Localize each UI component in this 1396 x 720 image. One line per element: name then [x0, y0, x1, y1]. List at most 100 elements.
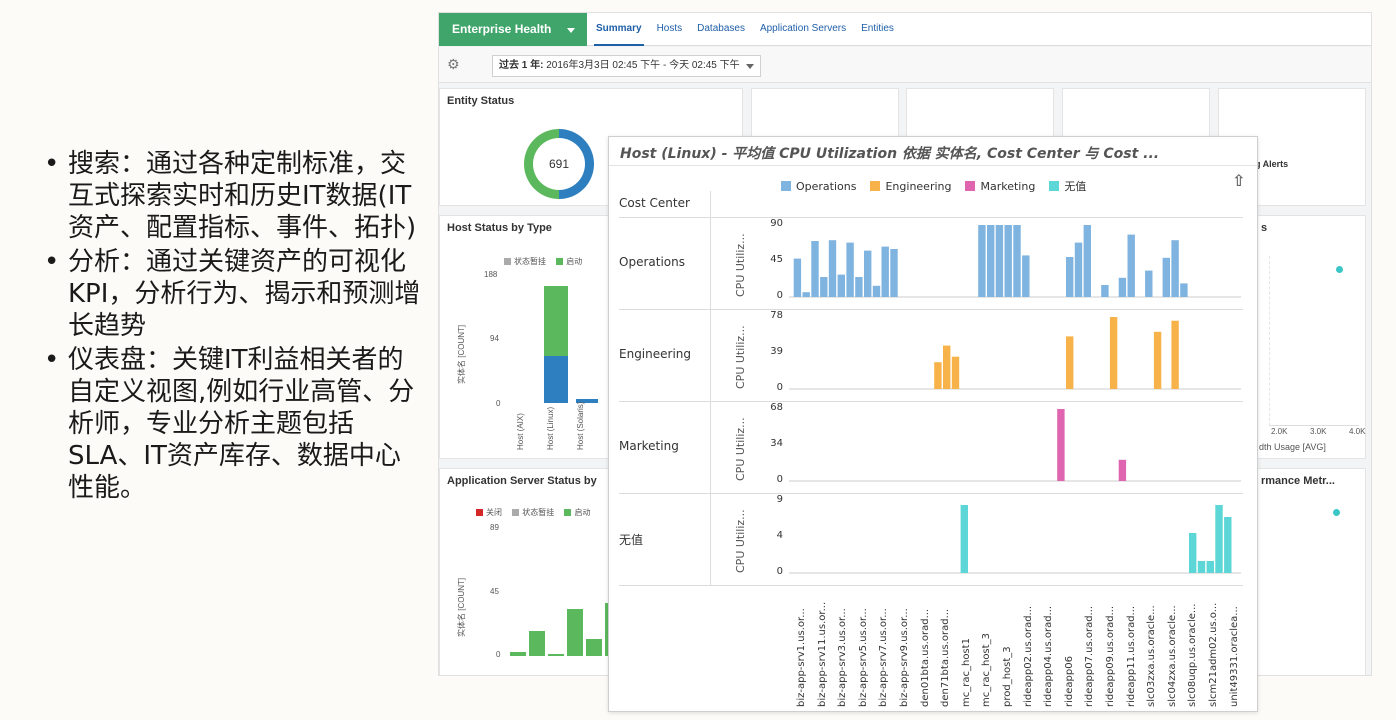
- y-tick-label: 9: [776, 494, 783, 505]
- bar-engineering[interactable]: [1153, 331, 1162, 389]
- bar-chart-svg: [789, 225, 1241, 574]
- x-tick-label: slc04zxa.us.oracle...: [1166, 605, 1178, 707]
- tick-label: 94: [490, 334, 499, 343]
- bar-operations[interactable]: [1118, 277, 1127, 297]
- tab-databases[interactable]: Databases: [695, 13, 747, 46]
- cost-center-row-label: Operations: [619, 255, 685, 269]
- x-tick-label: den71bta.us.orad...: [940, 608, 952, 707]
- bar-无值[interactable]: [1197, 561, 1206, 573]
- x-tick-label: mc_rac_host1: [960, 638, 972, 707]
- tab-application-servers[interactable]: Application Servers: [758, 13, 848, 46]
- x-tick-label: den01bta.us.orad...: [919, 608, 931, 707]
- legend-label: 关闭: [486, 508, 502, 517]
- tick-label: 2.0K: [1271, 427, 1288, 436]
- row-separator: [619, 217, 1243, 218]
- alerts-label: g Alerts: [1255, 159, 1289, 169]
- bar-operations[interactable]: [890, 249, 898, 297]
- bar-operations[interactable]: [864, 250, 872, 297]
- x-tick-label: slc03zxa.us.oracle...: [1146, 605, 1158, 707]
- bar-operations[interactable]: [1004, 225, 1012, 297]
- row-separator: [619, 493, 1243, 494]
- bar-operations[interactable]: [881, 246, 889, 297]
- tick-label: 0: [496, 650, 501, 659]
- legend-swatch: [512, 509, 520, 516]
- bar-operations[interactable]: [1013, 225, 1021, 297]
- axis-label: 实体名 [COUNT]: [457, 577, 466, 637]
- app-status-legend: 关闭 状态暂挂 启动: [476, 507, 590, 518]
- app-bar[interactable]: [548, 654, 564, 656]
- x-tick-label: biz-app-srv9.us.or...: [899, 608, 910, 707]
- bar-operations[interactable]: [820, 277, 828, 297]
- panel-title: Application Server Status by: [447, 475, 597, 487]
- bar-operations[interactable]: [811, 241, 819, 297]
- y-axis-label: CPU Utiliz...: [734, 509, 747, 573]
- bar-engineering[interactable]: [943, 345, 951, 389]
- entity-donut-chart[interactable]: 691: [524, 129, 594, 199]
- panel-title: Host Status by Type: [447, 222, 552, 234]
- tab-entities[interactable]: Entities: [859, 13, 896, 46]
- bar-linux-up[interactable]: [544, 286, 568, 356]
- bar-operations[interactable]: [1180, 283, 1188, 297]
- time-range-prefix: 过去 1 年:: [499, 60, 544, 71]
- bullet-search: 搜索：通过各种定制标准，交互式探索实时和历史IT数据(IT资产、配置指标、事件、…: [44, 148, 424, 244]
- bar-operations[interactable]: [987, 225, 995, 297]
- bar-operations[interactable]: [872, 285, 881, 297]
- bar-operations[interactable]: [837, 274, 845, 297]
- app-bar[interactable]: [586, 639, 602, 656]
- bar-linux-down[interactable]: [544, 356, 568, 403]
- row-separator: [619, 401, 1243, 402]
- bar-engineering[interactable]: [934, 362, 942, 389]
- tab-summary[interactable]: Summary: [594, 13, 644, 46]
- y-tick-label: 0: [776, 566, 783, 577]
- legend-swatch: [504, 258, 511, 265]
- enterprise-health-label: Enterprise Health: [452, 22, 552, 36]
- slide: 搜索：通过各种定制标准，交互式探索实时和历史IT数据(IT资产、配置指标、事件、…: [0, 0, 1396, 720]
- bar-operations[interactable]: [995, 225, 1004, 297]
- app-bar[interactable]: [529, 631, 545, 656]
- app-bar[interactable]: [567, 609, 583, 656]
- bar-operations[interactable]: [1066, 257, 1074, 297]
- bar-operations[interactable]: [1083, 225, 1091, 297]
- bar-operations[interactable]: [978, 225, 986, 297]
- bar-engineering[interactable]: [1109, 317, 1118, 389]
- bar-operations[interactable]: [1022, 255, 1030, 297]
- bullet-analysis: 分析：通过关键资产的可视化KPI，分析行为、揭示和预测增长趋势: [44, 246, 424, 342]
- tick-label: 3.0K: [1310, 427, 1327, 436]
- bar-无值[interactable]: [1215, 505, 1223, 573]
- bar-operations[interactable]: [1074, 242, 1083, 297]
- bar-operations[interactable]: [1145, 270, 1153, 297]
- gear-icon[interactable]: ⚙: [447, 58, 461, 72]
- bar-operations[interactable]: [855, 277, 863, 297]
- bar-operations[interactable]: [793, 258, 802, 297]
- bar-operations[interactable]: [846, 242, 854, 297]
- scatter-point[interactable]: [1336, 266, 1343, 273]
- bar-engineering[interactable]: [951, 356, 960, 389]
- bar-operations[interactable]: [1101, 285, 1109, 297]
- bar-无值[interactable]: [1206, 561, 1214, 573]
- scatter-point[interactable]: [1333, 509, 1340, 516]
- legend-label: 启动: [566, 257, 583, 266]
- tick-label: 45: [490, 587, 499, 596]
- bar-engineering[interactable]: [1171, 320, 1179, 389]
- app-bar[interactable]: [510, 652, 526, 656]
- bar-operations[interactable]: [828, 240, 837, 297]
- bar-operations[interactable]: [1127, 234, 1135, 297]
- bar-operations[interactable]: [1171, 240, 1179, 297]
- bar-marketing[interactable]: [1057, 409, 1065, 481]
- bar-无值[interactable]: [1189, 533, 1197, 573]
- bar-marketing[interactable]: [1118, 459, 1127, 481]
- bar-operations[interactable]: [1162, 257, 1170, 297]
- bar-engineering[interactable]: [1066, 336, 1074, 389]
- enterprise-health-menu-button[interactable]: Enterprise Health: [439, 13, 587, 46]
- time-range-selector[interactable]: 过去 1 年: 2016年3月3日 02:45 下午 - 今天 02:45 下午: [492, 55, 761, 77]
- entity-count: 691: [533, 138, 585, 190]
- x-tick-label: biz-app-srv5.us.or...: [857, 608, 869, 707]
- bar-无值[interactable]: [960, 505, 968, 573]
- y-tick-label: 0: [776, 474, 783, 485]
- bar-无值[interactable]: [1224, 517, 1232, 573]
- x-tick-label: Host (AIX): [516, 413, 525, 450]
- y-axis-label: CPU Utiliz...: [734, 417, 747, 481]
- bar-operations[interactable]: [802, 292, 810, 297]
- cost-center-row-label: Engineering: [619, 347, 691, 361]
- tab-hosts[interactable]: Hosts: [655, 13, 685, 46]
